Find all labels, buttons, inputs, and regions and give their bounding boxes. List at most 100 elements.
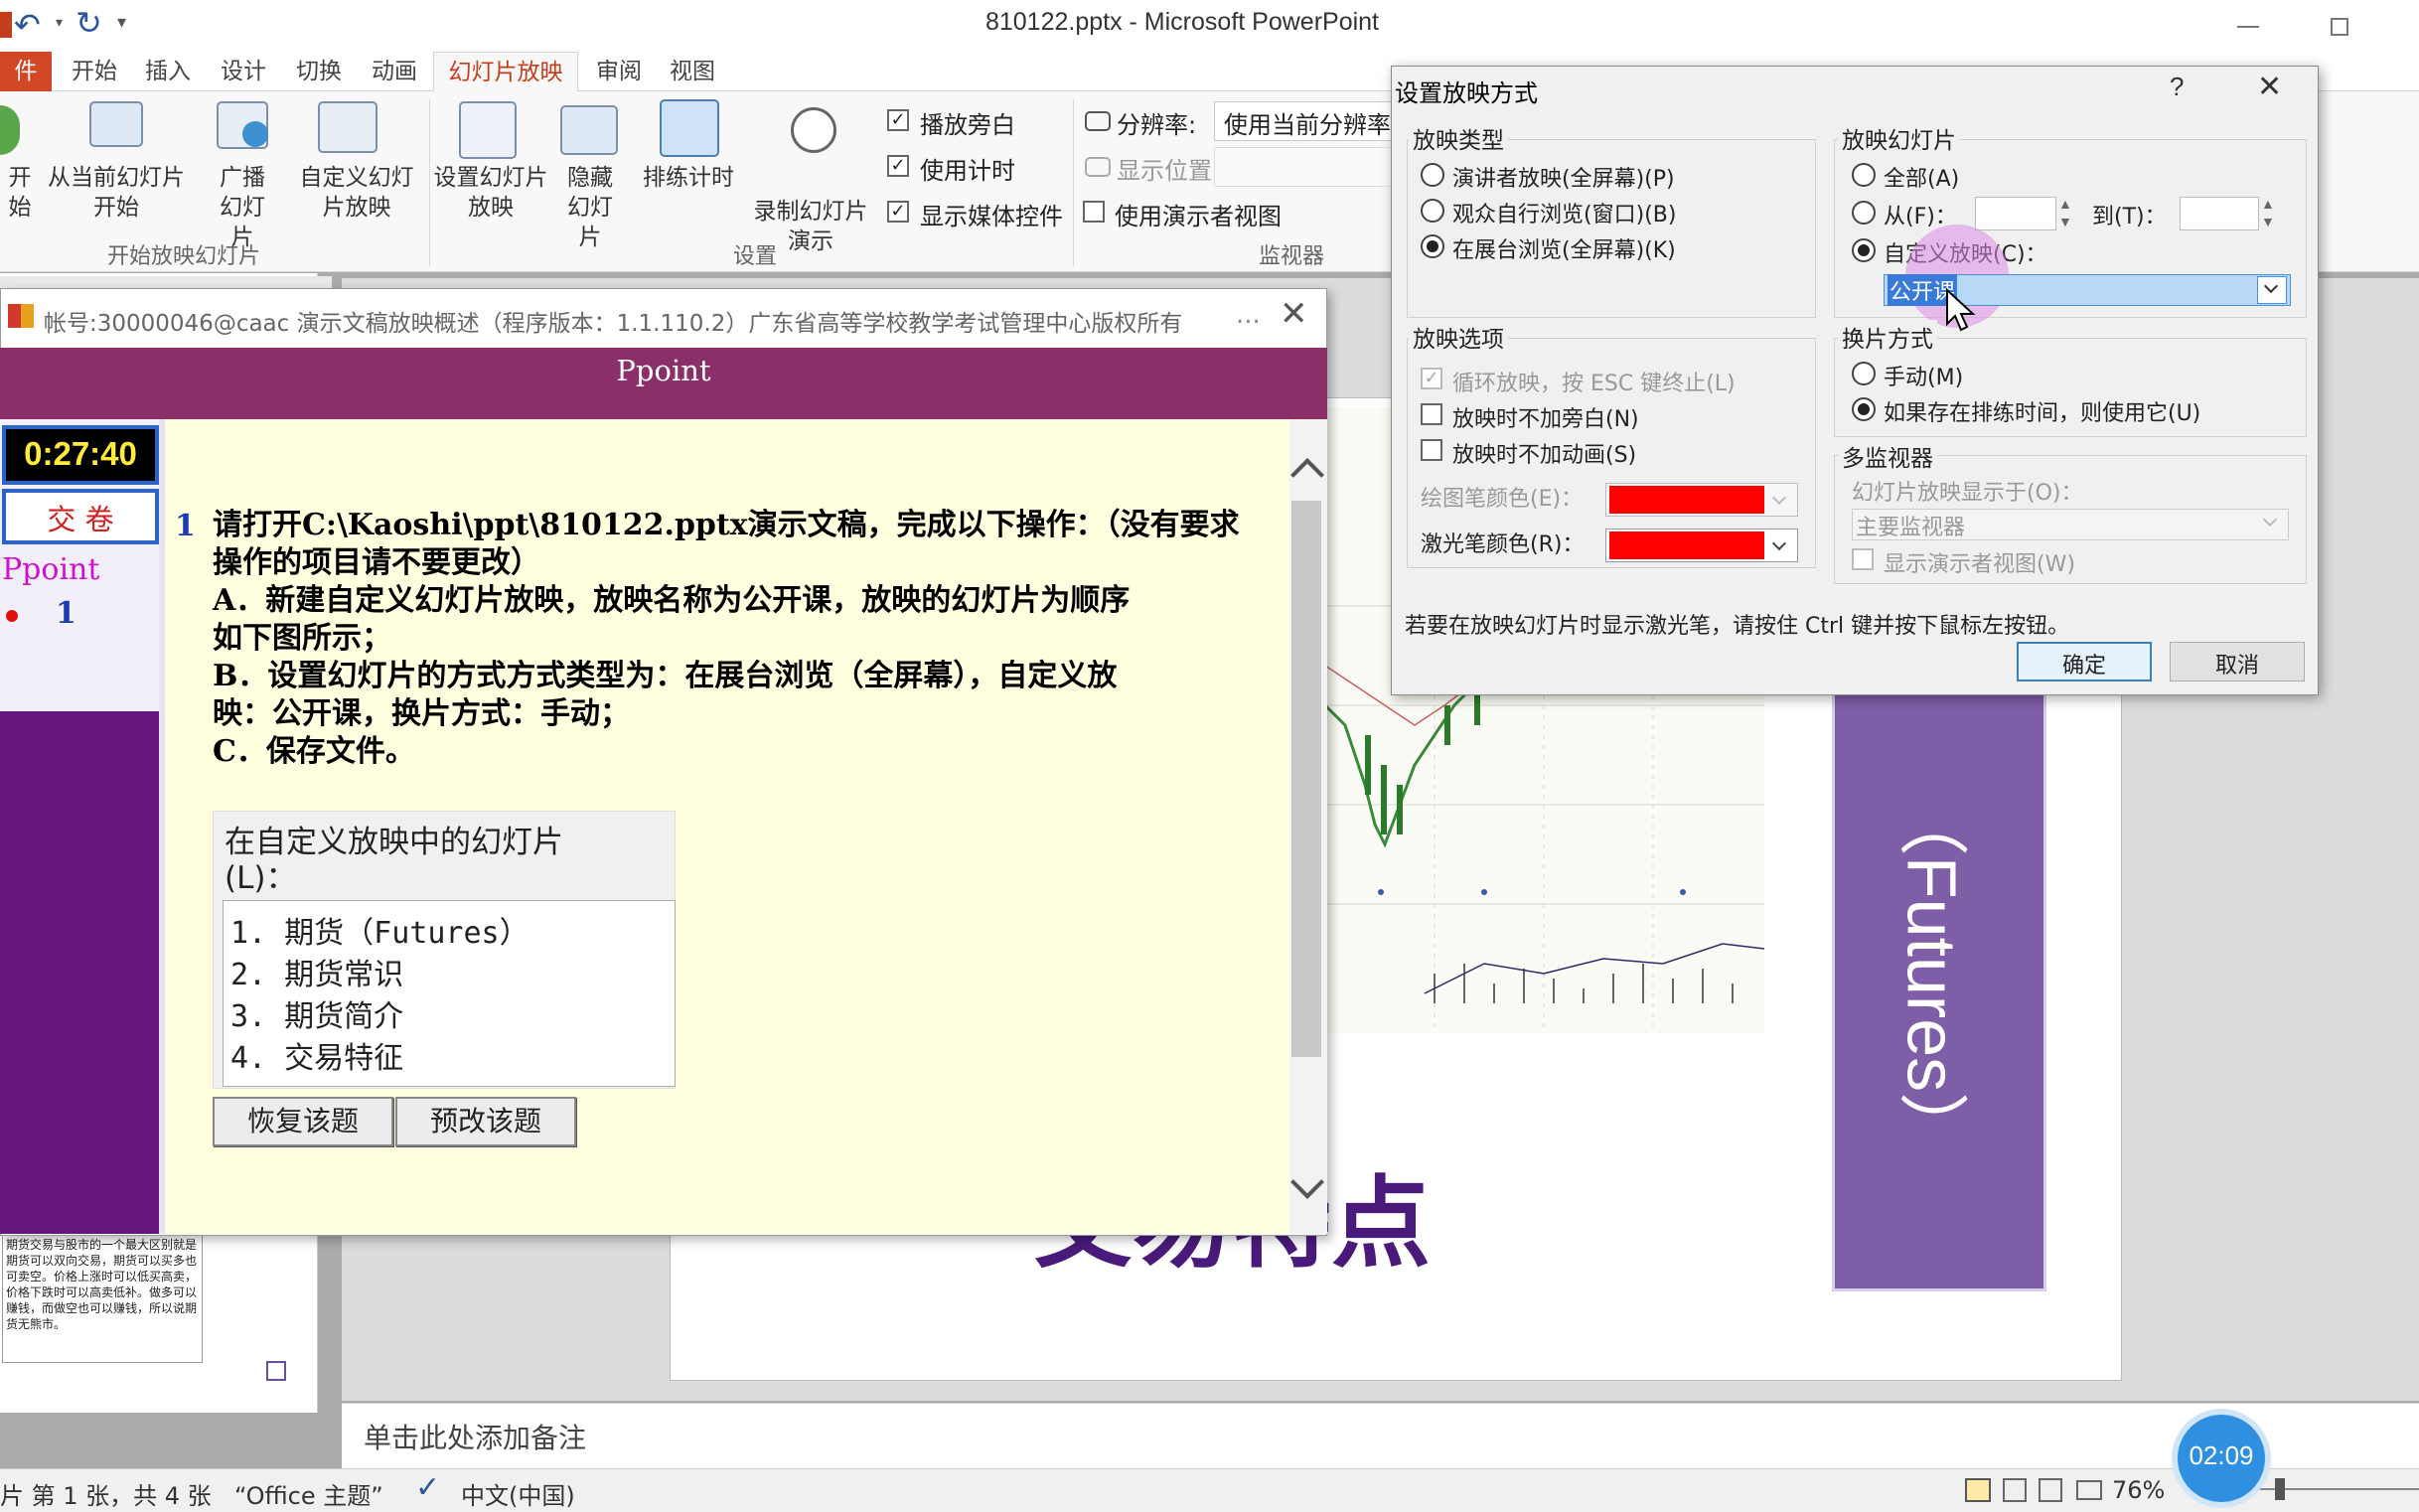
from-slide-input[interactable] [1975,197,2056,230]
dialog-close-icon[interactable]: ✕ [2257,70,2282,104]
dialog-help-button[interactable]: ? [2170,72,2184,102]
normal-view-icon[interactable] [1965,1478,1991,1502]
undo-icon[interactable]: ↶ [14,6,41,44]
figure-list-item: 4. 交易特征 [230,1041,404,1076]
exam-app-icon [8,304,34,328]
redo-icon[interactable]: ↻ [76,4,102,42]
question-line: A．新建自定义幻灯片放映，放映名称为公开课，放映的幻灯片为顺序 [213,583,1131,618]
show-media-controls-label: 显示媒体控件 [920,203,1063,230]
manual-advance-radio[interactable] [1852,362,1876,385]
play-from-current-icon [89,101,143,147]
exam-close-icon[interactable]: ✕ [1280,294,1308,334]
presenter-view-dialog-label: 显示演示者视图(W) [1884,552,2075,577]
cancel-button-label: 取消 [2214,654,2259,679]
use-timings-radio[interactable] [1852,397,1876,421]
tab-insert[interactable]: 插入 [135,52,201,91]
to-slide-input[interactable] [2180,197,2259,230]
show-slides-legend: 放映幻灯片 [1838,121,1960,155]
question-line: 请打开C:\Kaoshi\ppt\810122.pptx演示文稿，完成以下操作：… [213,508,1240,542]
zoom-slider-thumb[interactable] [2275,1478,2285,1500]
from-start-button[interactable]: 开始 [0,163,40,223]
slide-thumbnail[interactable]: 期货交易与股市的一个最大区别就是期货可以双向交易，期货可以买多也可卖空。价格上涨… [2,1234,203,1363]
zoom-level[interactable]: 76% [2112,1476,2165,1504]
hide-slide-button[interactable]: 隐藏幻灯片 [556,163,624,252]
from-spin-icon[interactable]: ▲ ▼ [2058,195,2072,230]
status-language[interactable]: 中文(中国) [461,1476,575,1511]
custom-slideshow-icon [318,101,378,153]
exam-header-title: Ppoint [616,354,711,387]
show-on-dropdown[interactable] [1214,147,1393,187]
window-title: 810122.pptx - Microsoft PowerPoint [984,8,1380,36]
all-slides-label: 全部(A) [1884,167,1960,192]
minimize-icon[interactable] [2237,26,2259,28]
monitors-legend: 多监视器 [1838,439,1937,473]
spellcheck-icon[interactable]: ✓ [415,1470,440,1505]
tab-view[interactable]: 视图 [660,52,725,91]
presenter-view-dialog-checkbox[interactable] [1852,548,1874,570]
play-narrations-checkbox[interactable]: ✓ [887,109,909,131]
resolution-value: 使用当前分辨率 [1224,111,1391,139]
show-on-monitor-label: 幻灯片放映显示于(O)： [1852,481,2083,506]
exam-window-title: 帐号:30000046@caac 演示文稿放映概述（程序版本：1.1.110.2… [44,311,1183,337]
show-on-label: 显示位置: [1117,157,1221,185]
reading-view-icon[interactable] [2039,1478,2062,1502]
status-slide-number: 片 第 1 张，共 4 张 [0,1482,212,1510]
from-current-button[interactable]: 从当前幻灯片开始 [42,163,191,223]
tab-review[interactable]: 审阅 [586,52,652,91]
rehearse-timings-icon [660,99,719,157]
custom-show-radio[interactable] [1852,238,1876,262]
kiosk-radio[interactable] [1421,234,1444,258]
question-line: 映：公开课，换片方式：手动； [213,696,630,731]
presenter-radio[interactable] [1421,163,1444,187]
customize-qat-icon[interactable]: ▾ [117,12,126,33]
to-spin-icon[interactable]: ▲ ▼ [2261,195,2275,230]
kiosk-radio-label: 在展台浏览(全屏幕)(K) [1452,238,1676,263]
question-category[interactable]: Ppoint [2,552,99,587]
undo-dropdown-icon[interactable]: ▾ [56,14,63,31]
globe-icon [242,121,268,147]
custom-slideshow-button[interactable]: 自定义幻灯片放映 [292,163,421,223]
use-timings-label: 使用计时 [920,157,1015,185]
tab-design[interactable]: 设计 [211,52,276,91]
figure-title-shortcut: (L)： [225,860,297,896]
no-animation-checkbox[interactable] [1421,439,1442,461]
tab-slideshow[interactable]: 幻灯片放映 [433,52,578,91]
advance-legend: 换片方式 [1838,320,1937,354]
exam-more[interactable]: ... [1236,300,1261,330]
record-stopwatch-icon [791,107,836,153]
slide-sorter-icon[interactable] [2003,1478,2027,1502]
hide-slide-icon [560,105,618,155]
play-narrations-label: 播放旁白 [920,111,1015,139]
notes-pane[interactable] [342,1403,2419,1468]
restore-icon[interactable] [2331,18,2348,36]
manual-advance-label: 手动(M) [1884,366,1964,390]
status-theme: “Office 主题” [234,1482,383,1510]
show-options-legend: 放映选项 [1409,320,1508,354]
rehearse-timings-button[interactable]: 排练计时 [634,163,743,193]
timer-value: 0:27:40 [24,435,137,472]
use-timings-checkbox[interactable]: ✓ [887,155,909,177]
monitor-value: 主要监视器 [1856,516,1966,540]
individual-window-radio[interactable] [1421,199,1444,223]
question-index-link[interactable]: 1 [56,596,76,631]
all-slides-radio[interactable] [1852,163,1876,187]
from-slide-radio[interactable] [1852,201,1876,225]
tab-transitions[interactable]: 切换 [286,52,352,91]
scroll-thumb[interactable] [1291,501,1321,1057]
show-media-controls-checkbox[interactable]: ✓ [887,201,909,223]
notes-placeholder: 单击此处添加备注 [364,1422,587,1454]
restore-question-button[interactable]: 恢复该题 [213,1097,393,1146]
preedit-question-button[interactable]: 预改该题 [395,1097,576,1146]
tab-home[interactable]: 开始 [62,52,127,91]
presenter-view-checkbox[interactable] [1083,201,1105,223]
loop-checkbox[interactable]: ✓ [1421,368,1442,389]
resolution-label: 分辨率: [1117,111,1197,139]
setup-slideshow-button[interactable]: 设置幻灯片放映 [429,163,552,223]
no-narration-checkbox[interactable] [1421,403,1442,425]
tab-animations[interactable]: 动画 [362,52,427,91]
tab-file[interactable]: 件 [0,52,52,91]
question-line: B．设置幻灯片的方式方式类型为：在展台浏览（全屏幕），自定义放 [213,659,1118,693]
group-separator [1073,99,1074,266]
use-timings-radio-label: 如果存在排练时间，则使用它(U) [1884,401,2201,426]
slideshow-view-icon[interactable] [2076,1480,2102,1500]
